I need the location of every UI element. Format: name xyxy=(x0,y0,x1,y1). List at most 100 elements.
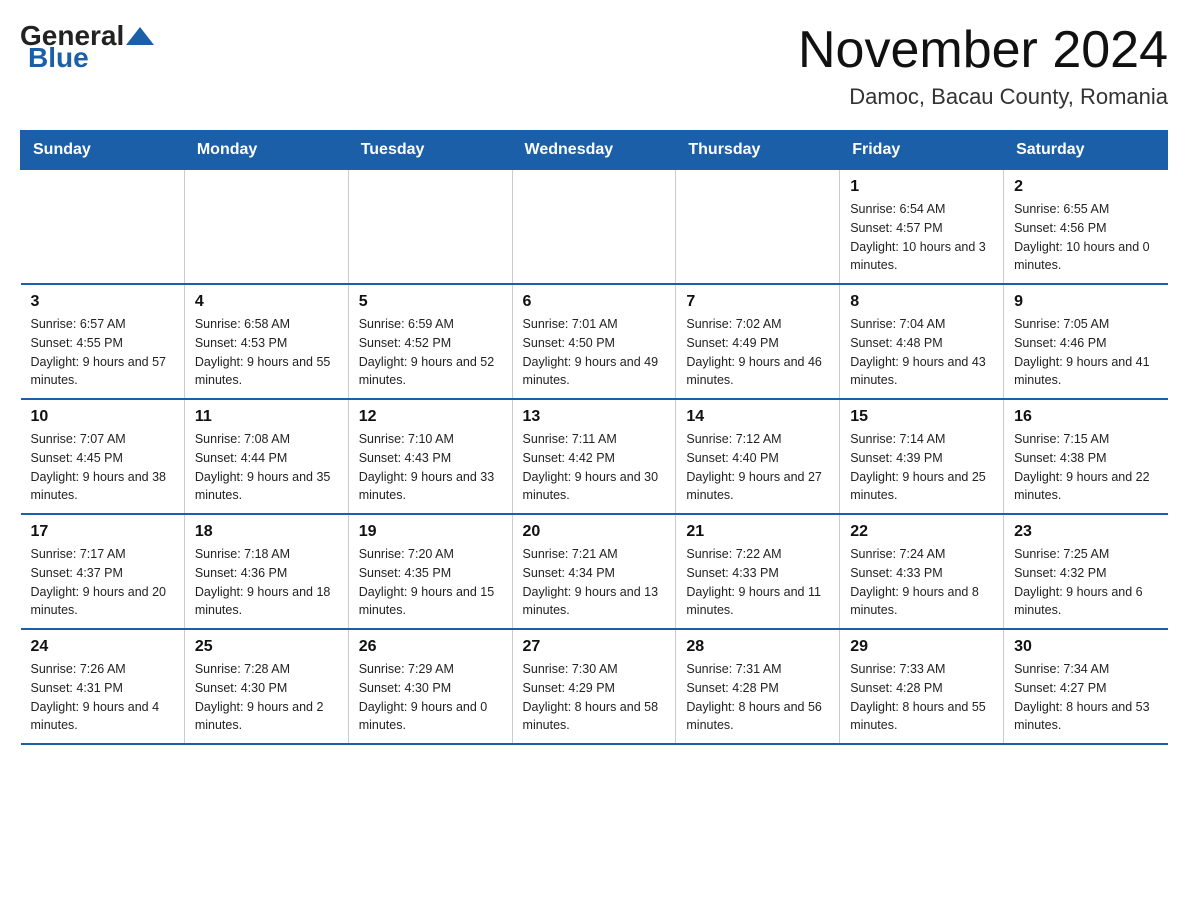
page-header: General Blue November 2024 Damoc, Bacau … xyxy=(20,20,1168,110)
month-title: November 2024 xyxy=(798,20,1168,80)
day-number: 28 xyxy=(686,638,829,656)
day-number: 2 xyxy=(1014,178,1157,196)
day-info: Sunrise: 6:55 AMSunset: 4:56 PMDaylight:… xyxy=(1014,200,1157,275)
calendar-cell xyxy=(21,170,185,285)
day-of-week-header: Sunday xyxy=(21,131,185,170)
day-info: Sunrise: 7:29 AMSunset: 4:30 PMDaylight:… xyxy=(359,660,502,735)
calendar-cell: 25 Sunrise: 7:28 AMSunset: 4:30 PMDayligh… xyxy=(184,629,348,744)
logo: General Blue xyxy=(20,20,156,74)
calendar-table: SundayMondayTuesdayWednesdayThursdayFrid… xyxy=(20,130,1168,745)
day-number: 11 xyxy=(195,408,338,426)
day-info: Sunrise: 7:26 AMSunset: 4:31 PMDaylight:… xyxy=(31,660,174,735)
day-number: 21 xyxy=(686,523,829,541)
calendar-cell: 11 Sunrise: 7:08 AMSunset: 4:44 PMDayligh… xyxy=(184,399,348,514)
day-info: Sunrise: 6:58 AMSunset: 4:53 PMDaylight:… xyxy=(195,315,338,390)
day-info: Sunrise: 7:34 AMSunset: 4:27 PMDaylight:… xyxy=(1014,660,1157,735)
calendar-cell: 28 Sunrise: 7:31 AMSunset: 4:28 PMDayligh… xyxy=(676,629,840,744)
day-of-week-header: Thursday xyxy=(676,131,840,170)
day-info: Sunrise: 7:11 AMSunset: 4:42 PMDaylight:… xyxy=(523,430,666,505)
calendar-week-row: 17 Sunrise: 7:17 AMSunset: 4:37 PMDayligh… xyxy=(21,514,1168,629)
day-info: Sunrise: 7:28 AMSunset: 4:30 PMDaylight:… xyxy=(195,660,338,735)
day-of-week-header: Friday xyxy=(840,131,1004,170)
calendar-cell: 7Sunrise: 7:02 AMSunset: 4:49 PMDaylight… xyxy=(676,284,840,399)
day-number: 15 xyxy=(850,408,993,426)
day-number: 30 xyxy=(1014,638,1157,656)
calendar-cell: 1 Sunrise: 6:54 AMSunset: 4:57 PMDaylight… xyxy=(840,170,1004,285)
day-number: 22 xyxy=(850,523,993,541)
day-number: 25 xyxy=(195,638,338,656)
day-of-week-header: Wednesday xyxy=(512,131,676,170)
day-info: Sunrise: 7:25 AMSunset: 4:32 PMDaylight:… xyxy=(1014,545,1157,620)
calendar-cell: 4 Sunrise: 6:58 AMSunset: 4:53 PMDaylight… xyxy=(184,284,348,399)
calendar-cell: 3 Sunrise: 6:57 AMSunset: 4:55 PMDaylight… xyxy=(21,284,185,399)
day-info: Sunrise: 7:31 AMSunset: 4:28 PMDaylight:… xyxy=(686,660,829,735)
day-info: Sunrise: 7:17 AMSunset: 4:37 PMDaylight:… xyxy=(31,545,174,620)
calendar-cell: 15 Sunrise: 7:14 AMSunset: 4:39 PMDayligh… xyxy=(840,399,1004,514)
calendar-cell: 9 Sunrise: 7:05 AMSunset: 4:46 PMDaylight… xyxy=(1004,284,1168,399)
title-section: November 2024 Damoc, Bacau County, Roman… xyxy=(798,20,1168,110)
day-number: 7 xyxy=(686,293,829,311)
calendar-cell: 20 Sunrise: 7:21 AMSunset: 4:34 PMDayligh… xyxy=(512,514,676,629)
day-info: Sunrise: 7:18 AMSunset: 4:36 PMDaylight:… xyxy=(195,545,338,620)
day-info: Sunrise: 7:14 AMSunset: 4:39 PMDaylight:… xyxy=(850,430,993,505)
calendar-cell xyxy=(184,170,348,285)
calendar-header: SundayMondayTuesdayWednesdayThursdayFrid… xyxy=(21,131,1168,170)
day-number: 26 xyxy=(359,638,502,656)
logo-blue-text: Blue xyxy=(28,42,89,74)
day-number: 9 xyxy=(1014,293,1157,311)
day-info: Sunrise: 7:30 AMSunset: 4:29 PMDaylight:… xyxy=(523,660,666,735)
day-number: 8 xyxy=(850,293,993,311)
day-number: 4 xyxy=(195,293,338,311)
day-of-week-header: Monday xyxy=(184,131,348,170)
calendar-cell: 29Sunrise: 7:33 AMSunset: 4:28 PMDayligh… xyxy=(840,629,1004,744)
day-info: Sunrise: 7:01 AMSunset: 4:50 PMDaylight:… xyxy=(523,315,666,390)
days-of-week-row: SundayMondayTuesdayWednesdayThursdayFrid… xyxy=(21,131,1168,170)
day-info: Sunrise: 7:21 AMSunset: 4:34 PMDaylight:… xyxy=(523,545,666,620)
day-info: Sunrise: 7:15 AMSunset: 4:38 PMDaylight:… xyxy=(1014,430,1157,505)
calendar-cell: 22 Sunrise: 7:24 AMSunset: 4:33 PMDayligh… xyxy=(840,514,1004,629)
day-number: 3 xyxy=(31,293,174,311)
day-info: Sunrise: 6:59 AMSunset: 4:52 PMDaylight:… xyxy=(359,315,502,390)
calendar-cell: 17 Sunrise: 7:17 AMSunset: 4:37 PMDayligh… xyxy=(21,514,185,629)
calendar-cell: 6Sunrise: 7:01 AMSunset: 4:50 PMDaylight… xyxy=(512,284,676,399)
day-info: Sunrise: 7:20 AMSunset: 4:35 PMDaylight:… xyxy=(359,545,502,620)
day-number: 19 xyxy=(359,523,502,541)
calendar-cell: 8 Sunrise: 7:04 AMSunset: 4:48 PMDaylight… xyxy=(840,284,1004,399)
calendar-cell: 14 Sunrise: 7:12 AMSunset: 4:40 PMDayligh… xyxy=(676,399,840,514)
calendar-week-row: 3 Sunrise: 6:57 AMSunset: 4:55 PMDaylight… xyxy=(21,284,1168,399)
day-info: Sunrise: 7:07 AMSunset: 4:45 PMDaylight:… xyxy=(31,430,174,505)
day-number: 13 xyxy=(523,408,666,426)
logo-triangle-icon xyxy=(126,27,154,45)
day-info: Sunrise: 7:12 AMSunset: 4:40 PMDaylight:… xyxy=(686,430,829,505)
day-number: 23 xyxy=(1014,523,1157,541)
calendar-cell: 2 Sunrise: 6:55 AMSunset: 4:56 PMDaylight… xyxy=(1004,170,1168,285)
day-info: Sunrise: 7:04 AMSunset: 4:48 PMDaylight:… xyxy=(850,315,993,390)
calendar-week-row: 10Sunrise: 7:07 AMSunset: 4:45 PMDayligh… xyxy=(21,399,1168,514)
day-info: Sunrise: 7:22 AMSunset: 4:33 PMDaylight:… xyxy=(686,545,829,620)
day-number: 17 xyxy=(31,523,174,541)
calendar-cell: 27 Sunrise: 7:30 AMSunset: 4:29 PMDayligh… xyxy=(512,629,676,744)
calendar-cell: 30 Sunrise: 7:34 AMSunset: 4:27 PMDayligh… xyxy=(1004,629,1168,744)
location-title: Damoc, Bacau County, Romania xyxy=(798,84,1168,110)
day-number: 14 xyxy=(686,408,829,426)
calendar-cell: 23 Sunrise: 7:25 AMSunset: 4:32 PMDayligh… xyxy=(1004,514,1168,629)
calendar-cell xyxy=(676,170,840,285)
day-info: Sunrise: 7:24 AMSunset: 4:33 PMDaylight:… xyxy=(850,545,993,620)
day-info: Sunrise: 7:08 AMSunset: 4:44 PMDaylight:… xyxy=(195,430,338,505)
day-number: 5 xyxy=(359,293,502,311)
day-number: 20 xyxy=(523,523,666,541)
calendar-cell: 16Sunrise: 7:15 AMSunset: 4:38 PMDayligh… xyxy=(1004,399,1168,514)
day-number: 27 xyxy=(523,638,666,656)
calendar-cell: 26 Sunrise: 7:29 AMSunset: 4:30 PMDayligh… xyxy=(348,629,512,744)
day-number: 18 xyxy=(195,523,338,541)
day-info: Sunrise: 6:54 AMSunset: 4:57 PMDaylight:… xyxy=(850,200,993,275)
day-info: Sunrise: 7:10 AMSunset: 4:43 PMDaylight:… xyxy=(359,430,502,505)
calendar-cell: 24Sunrise: 7:26 AMSunset: 4:31 PMDayligh… xyxy=(21,629,185,744)
day-info: Sunrise: 7:05 AMSunset: 4:46 PMDaylight:… xyxy=(1014,315,1157,390)
calendar-cell: 13 Sunrise: 7:11 AMSunset: 4:42 PMDayligh… xyxy=(512,399,676,514)
calendar-cell: 12Sunrise: 7:10 AMSunset: 4:43 PMDayligh… xyxy=(348,399,512,514)
day-number: 1 xyxy=(850,178,993,196)
day-info: Sunrise: 7:33 AMSunset: 4:28 PMDaylight:… xyxy=(850,660,993,735)
day-info: Sunrise: 6:57 AMSunset: 4:55 PMDaylight:… xyxy=(31,315,174,390)
calendar-cell: 19 Sunrise: 7:20 AMSunset: 4:35 PMDayligh… xyxy=(348,514,512,629)
